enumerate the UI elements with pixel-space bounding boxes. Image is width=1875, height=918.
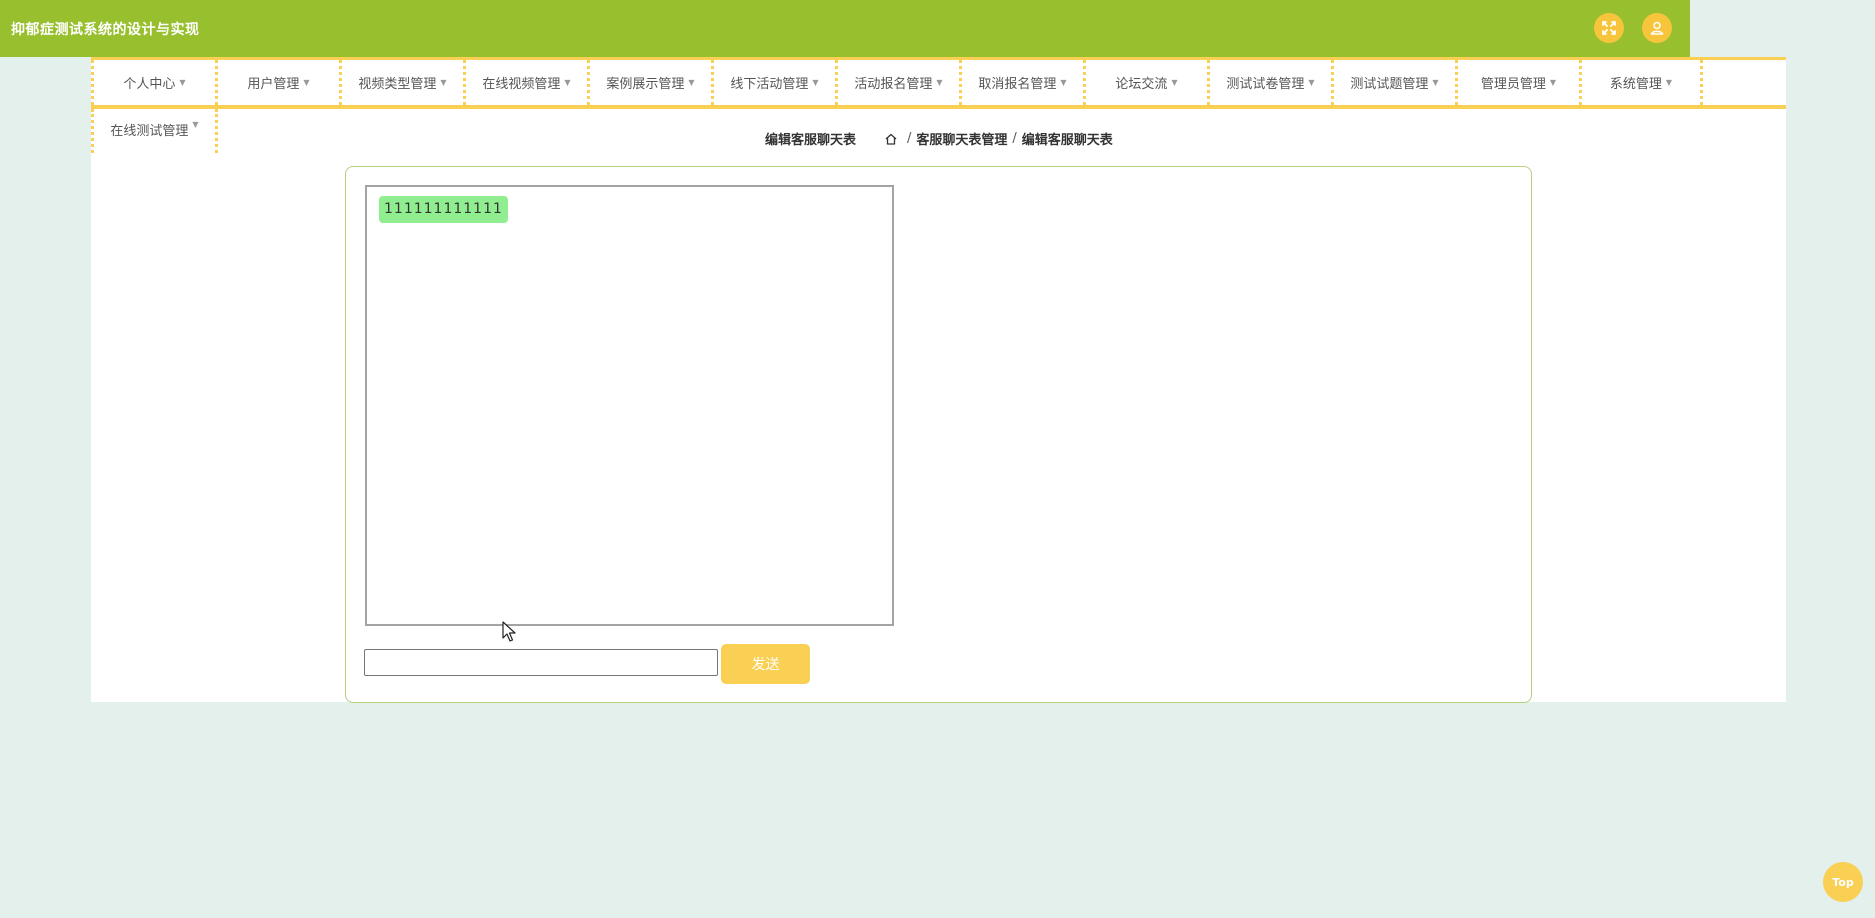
nav-item-offline-activity-management[interactable]: 线下活动管理 ▼ bbox=[711, 60, 835, 105]
breadcrumb: / 客服聊天表管理 / 编辑客服聊天表 bbox=[884, 129, 1113, 148]
chevron-down-icon: ▼ bbox=[688, 78, 695, 87]
app-title: 抑郁症测试系统的设计与实现 bbox=[11, 22, 200, 38]
nav-item-admin-management[interactable]: 管理员管理 ▼ bbox=[1455, 60, 1579, 105]
nav-item-activity-signup-management[interactable]: 活动报名管理 ▼ bbox=[835, 60, 959, 105]
fullscreen-button[interactable] bbox=[1594, 13, 1624, 43]
chevron-down-icon: ▼ bbox=[179, 78, 186, 87]
page-title: 编辑客服聊天表 bbox=[765, 133, 857, 148]
chevron-down-icon: ▼ bbox=[1308, 78, 1315, 87]
nav-item-forum[interactable]: 论坛交流 ▼ bbox=[1083, 60, 1207, 105]
chevron-down-icon: ▼ bbox=[303, 78, 310, 87]
chat-input[interactable] bbox=[364, 649, 718, 676]
nav-item-test-question-management[interactable]: 测试试题管理 ▼ bbox=[1331, 60, 1455, 105]
nav-item-online-test-management[interactable]: 在线测试管理 ▼ bbox=[91, 109, 218, 153]
nav-item-test-paper-management[interactable]: 测试试卷管理 ▼ bbox=[1207, 60, 1331, 105]
nav-item-system-management[interactable]: 系统管理 ▼ bbox=[1579, 60, 1703, 105]
breadcrumb-separator: / bbox=[1012, 131, 1017, 146]
send-button[interactable]: 发送 bbox=[721, 644, 810, 684]
chevron-down-icon: ▼ bbox=[812, 78, 819, 87]
nav-item-personal-center[interactable]: 个人中心 ▼ bbox=[91, 60, 215, 105]
home-icon[interactable] bbox=[884, 132, 898, 146]
chat-message: 111111111111 bbox=[379, 196, 508, 223]
chat-message-box[interactable]: 111111111111 bbox=[365, 185, 894, 626]
app-header: 抑郁症测试系统的设计与实现 bbox=[0, 0, 1690, 57]
back-to-top-button[interactable]: Top bbox=[1823, 862, 1863, 902]
chevron-down-icon: ▼ bbox=[440, 78, 447, 87]
nav-bottom-border bbox=[91, 105, 1786, 109]
breadcrumb-item-current: 编辑客服聊天表 bbox=[1021, 133, 1113, 148]
chevron-down-icon: ▼ bbox=[1171, 78, 1178, 87]
fullscreen-icon bbox=[1602, 21, 1616, 35]
main-content: 个人中心 ▼ 用户管理 ▼ 视频类型管理 ▼ 在线视频管理 ▼ 案例展示管理 ▼ 线下活动… bbox=[91, 57, 1786, 703]
chevron-down-icon: ▼ bbox=[192, 120, 199, 129]
user-button[interactable] bbox=[1642, 13, 1672, 43]
nav-item-online-video-management[interactable]: 在线视频管理 ▼ bbox=[463, 60, 587, 105]
nav-item-case-showcase-management[interactable]: 案例展示管理 ▼ bbox=[587, 60, 711, 105]
chevron-down-icon: ▼ bbox=[1432, 78, 1439, 87]
chevron-down-icon: ▼ bbox=[1549, 78, 1557, 87]
nav-menu: 个人中心 ▼ 用户管理 ▼ 视频类型管理 ▼ 在线视频管理 ▼ 案例展示管理 ▼ 线下活动… bbox=[91, 60, 1703, 105]
breadcrumb-item[interactable]: 客服聊天表管理 bbox=[916, 129, 1007, 148]
user-icon bbox=[1650, 21, 1664, 35]
nav-item-video-type-management[interactable]: 视频类型管理 ▼ bbox=[339, 60, 463, 105]
nav-item-user-management[interactable]: 用户管理 ▼ bbox=[215, 60, 339, 105]
chevron-down-icon: ▼ bbox=[936, 78, 943, 87]
chevron-down-icon: ▼ bbox=[564, 78, 571, 87]
nav-item-cancel-signup-management[interactable]: 取消报名管理 ▼ bbox=[959, 60, 1083, 105]
chevron-down-icon: ▼ bbox=[1060, 78, 1067, 87]
breadcrumb-separator: / bbox=[907, 131, 912, 146]
mouse-cursor-icon bbox=[502, 621, 516, 642]
chevron-down-icon: ▼ bbox=[1665, 78, 1673, 87]
